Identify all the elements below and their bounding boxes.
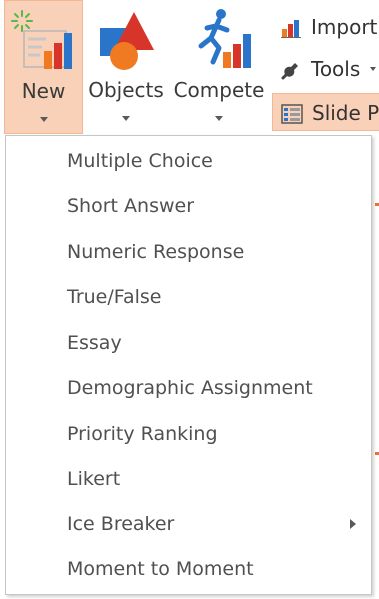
- runner-chart-icon: [198, 9, 251, 68]
- tools-button[interactable]: Tools: [272, 50, 379, 88]
- import-button[interactable]: Import: [272, 8, 379, 46]
- tools-dropdown-caret: [370, 67, 376, 71]
- compete-button[interactable]: Compete: [170, 0, 268, 134]
- wrench-icon: [281, 63, 298, 80]
- menu-item-label: Demographic Assignment: [67, 377, 313, 399]
- menu-item-label: True/False: [67, 286, 162, 308]
- menu-item-label: Priority Ranking: [67, 423, 218, 445]
- slide-list-icon: [281, 104, 303, 124]
- menu-item-multiple-choice[interactable]: Multiple Choice: [7, 139, 370, 183]
- new-dropdown-caret: [39, 117, 48, 122]
- menu-item-demographic-assignment[interactable]: Demographic Assignment: [7, 366, 370, 410]
- menu-item-true-false[interactable]: True/False: [7, 275, 370, 319]
- menu-item-label: Essay: [67, 332, 122, 354]
- shapes-icon: [100, 12, 154, 70]
- objects-dropdown-caret: [122, 116, 130, 121]
- ribbon: New Objects Compete Import Tools Slide P: [0, 0, 379, 136]
- background-edge-mark: [375, 452, 379, 455]
- menu-item-label: Ice Breaker: [67, 513, 175, 535]
- menu-item-label: Numeric Response: [67, 241, 245, 263]
- menu-item-likert[interactable]: Likert: [7, 457, 370, 501]
- menu-item-ice-breaker[interactable]: Ice Breaker: [7, 502, 370, 546]
- menu-item-moment-to-moment[interactable]: Moment to Moment: [7, 547, 370, 591]
- tools-label: Tools: [311, 57, 361, 81]
- menu-item-label: Likert: [67, 468, 121, 490]
- objects-label: Objects: [88, 78, 164, 102]
- slide-label: Slide P: [312, 101, 379, 125]
- objects-button[interactable]: Objects: [86, 0, 166, 134]
- slide-button[interactable]: Slide P: [272, 93, 379, 131]
- import-label: Import: [311, 15, 378, 39]
- new-question-dropdown-menu: Multiple Choice Short Answer Numeric Res…: [5, 135, 372, 595]
- menu-item-essay[interactable]: Essay: [7, 321, 370, 365]
- menu-item-short-answer[interactable]: Short Answer: [7, 184, 370, 228]
- menu-item-label: Short Answer: [67, 195, 195, 217]
- compete-label: Compete: [173, 78, 265, 102]
- new-question-chart-icon: [10, 10, 72, 69]
- menu-item-label: Moment to Moment: [67, 558, 254, 580]
- menu-item-numeric-response[interactable]: Numeric Response: [7, 230, 370, 274]
- background-edge-mark: [375, 203, 379, 206]
- compete-dropdown-caret: [215, 116, 223, 121]
- chevron-right-icon: [350, 519, 356, 529]
- menu-item-label: Multiple Choice: [67, 150, 213, 172]
- new-button[interactable]: New: [4, 0, 83, 134]
- menu-item-priority-ranking[interactable]: Priority Ranking: [7, 412, 370, 456]
- new-label: New: [21, 79, 66, 103]
- bar-chart-icon: [281, 20, 301, 38]
